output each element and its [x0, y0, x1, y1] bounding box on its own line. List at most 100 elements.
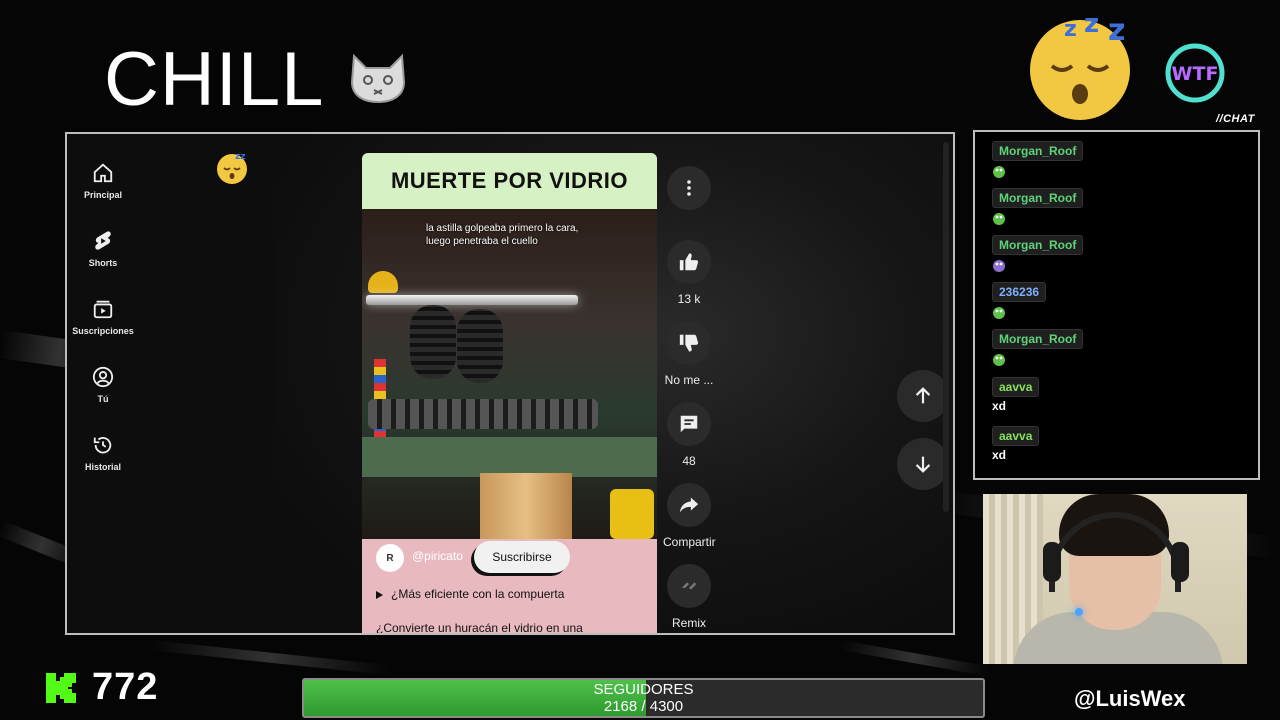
machine-base-shape — [362, 437, 657, 477]
tire-shape — [410, 305, 456, 379]
sidebar-item-tu[interactable]: Tú — [67, 366, 139, 404]
description-text-line: ¿Convierte un huracán el vidrio en una — [376, 621, 583, 635]
comments-button[interactable]: 48 — [663, 402, 715, 468]
frog-emote-icon — [993, 260, 1005, 272]
chat-message: aavva xd — [992, 377, 1040, 413]
wtf-emote-icon: WTF — [1165, 43, 1225, 103]
svg-text:z: z — [1108, 13, 1125, 48]
arrow-up-icon — [915, 387, 931, 404]
followers-goal: 4300 — [649, 698, 684, 715]
svg-text:z: z — [1084, 10, 1099, 39]
followers-current: 2168 — [603, 698, 638, 715]
more-vert-icon — [687, 180, 691, 196]
subscribe-button[interactable]: Suscribirse — [474, 541, 570, 573]
chat-message: Morgan_Roof — [992, 329, 1084, 366]
dislike-button[interactable]: No me ... — [663, 321, 715, 387]
frog-emote-icon — [993, 166, 1005, 178]
chain-shape — [368, 399, 598, 429]
chat-username[interactable]: Morgan_Roof — [992, 188, 1084, 208]
followers-goal-bar: SEGUIDORES 2168 / 4300 — [302, 678, 985, 718]
followers-separator: / — [637, 698, 650, 715]
frog-emote-icon — [993, 213, 1005, 225]
remix-button[interactable]: Remix — [663, 564, 715, 630]
chat-message: Morgan_Roof — [992, 141, 1084, 178]
history-icon — [93, 436, 112, 454]
sleeping-face-icon: z z z — [1030, 10, 1130, 120]
chat-message: Morgan_Roof — [992, 235, 1084, 272]
channel-avatar[interactable]: R — [376, 544, 404, 572]
sidebar-item-principal[interactable]: Principal — [67, 162, 139, 200]
yellow-tool-shape — [610, 489, 654, 539]
thumbs-up-icon — [679, 253, 699, 271]
short-info-panel: R @piricato Suscribirse ¿Más eficiente c… — [362, 539, 657, 635]
like-count: 13 k — [677, 292, 701, 306]
headset-earcup-shape — [1171, 542, 1189, 582]
chat-username[interactable]: Morgan_Roof — [992, 141, 1084, 161]
svg-text:z: z — [1064, 17, 1077, 42]
webcam-feed — [983, 494, 1247, 664]
background-streak — [149, 640, 390, 676]
next-short-button[interactable] — [897, 438, 949, 490]
sidebar-item-label: Suscripciones — [72, 326, 134, 336]
hardhat-shape — [368, 271, 398, 293]
sidebar-item-label: Tú — [97, 394, 109, 404]
previous-short-button[interactable] — [897, 370, 949, 422]
chat-panel: Morgan_Roof Morgan_Roof Morgan_Roof 2362… — [973, 130, 1260, 480]
sidebar-item-historial[interactable]: Historial — [67, 434, 139, 472]
home-icon — [93, 163, 113, 183]
chat-tag: //CHAT — [1216, 113, 1255, 125]
kick-follower-count: 772 — [92, 666, 159, 708]
followers-goal-numbers: 2168 / 4300 — [304, 698, 983, 716]
comment-icon — [680, 415, 698, 433]
user-icon — [92, 366, 114, 388]
arrow-down-icon — [915, 456, 931, 473]
frog-emote-icon — [993, 354, 1005, 366]
chat-message: aavva xd — [992, 426, 1040, 462]
frog-emote-icon — [993, 307, 1005, 319]
chat-message: Morgan_Roof — [992, 188, 1084, 225]
chat-message-text: xd — [992, 448, 1007, 462]
sidebar-item-suscripciones[interactable]: Suscripciones — [67, 298, 139, 336]
sidebar-item-label: Shorts — [88, 258, 118, 268]
chat-username[interactable]: aavva — [992, 426, 1040, 446]
video-caption: la astilla golpeaba primero la cara, lue… — [426, 223, 579, 247]
comments-count: 48 — [682, 454, 696, 468]
subscriptions-icon — [93, 300, 113, 319]
channel-name[interactable]: @piricato — [412, 549, 463, 563]
video-frame[interactable]: la astilla golpeaba primero la cara, lue… — [362, 209, 657, 543]
mic-light-shape — [1075, 608, 1083, 616]
sidebar-item-shorts[interactable]: Shorts — [67, 230, 139, 268]
share-label: Compartir — [663, 535, 716, 549]
share-button[interactable]: Compartir — [663, 483, 716, 549]
chat-username[interactable]: Morgan_Roof — [992, 329, 1084, 349]
more-options-button[interactable] — [663, 166, 715, 210]
chat-username[interactable]: 236236 — [992, 282, 1047, 302]
cat-face-icon — [350, 53, 406, 104]
kick-logo-icon — [46, 673, 76, 703]
svg-text:zz: zz — [235, 152, 245, 162]
description-toggle[interactable]: ¿Más eficiente con la compuerta — [376, 587, 564, 601]
short-title-bar: MUERTE POR VIDRIO — [362, 153, 657, 209]
chat-message: 236236 — [992, 282, 1047, 319]
short-title: MUERTE POR VIDRIO — [390, 168, 629, 193]
remix-label: Remix — [671, 616, 706, 630]
share-icon — [679, 497, 699, 513]
streamer-handle: @LuisWex — [1074, 686, 1186, 711]
short-video[interactable]: MUERTE POR VIDRIO la astilla golpeaba pr… — [362, 153, 657, 635]
sidebar-item-label: Principal — [83, 190, 122, 200]
thumbs-down-icon — [679, 334, 699, 352]
headset-earcup-shape — [1043, 542, 1061, 582]
chat-username[interactable]: aavva — [992, 377, 1040, 397]
sidebar-item-label: Historial — [84, 462, 121, 472]
like-button[interactable]: 13 k — [663, 240, 715, 306]
description-text: ¿Más eficiente con la compuerta — [391, 587, 565, 601]
wood-block-shape — [480, 473, 572, 543]
remix-icon — [681, 582, 697, 590]
dislike-label: No me ... — [664, 373, 714, 387]
metal-bar-shape — [366, 295, 578, 305]
youtube-shorts-window: Principal Shorts Suscripciones Tú Histor… — [65, 132, 955, 635]
shorts-icon — [95, 231, 111, 250]
scrollbar[interactable] — [943, 142, 949, 512]
chat-username[interactable]: Morgan_Roof — [992, 235, 1084, 255]
sleeping-face-icon: zz — [217, 152, 247, 184]
